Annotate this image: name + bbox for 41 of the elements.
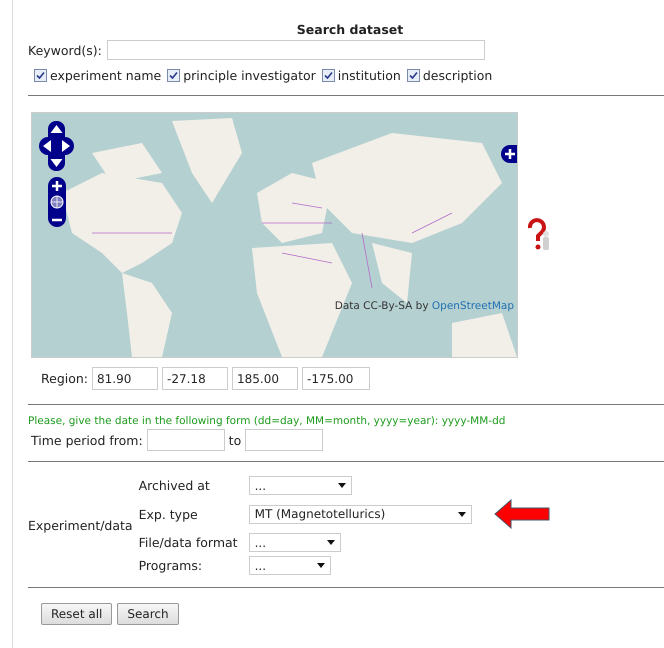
dropdown[interactable]: ...	[248, 533, 341, 552]
caret-icon	[326, 540, 335, 545]
search-button[interactable]: Search	[117, 603, 179, 625]
checkbox-label: description	[422, 68, 492, 83]
caret-icon	[338, 483, 346, 488]
date-from-input[interactable]	[146, 429, 225, 451]
coordinate-input[interactable]: 81.90	[92, 367, 158, 390]
checkbox[interactable]	[34, 69, 47, 82]
coordinate-input[interactable]: -175.00	[302, 367, 370, 390]
checkbox-label: experiment name	[50, 68, 162, 83]
pan-control-icon[interactable]	[39, 121, 74, 171]
filter-label: File/data format	[138, 535, 239, 550]
caret-icon	[316, 563, 325, 568]
coordinate-input[interactable]: 185.00	[232, 367, 298, 390]
date-format-hint: Please, give the date in the following form (dd=day, MM=month, yyyy=year): yyyy-MM-dd	[28, 415, 506, 427]
checkbox[interactable]	[406, 69, 420, 82]
field-label: Keyword(s):	[28, 42, 102, 58]
checkbox-label: principle investigator	[183, 68, 316, 83]
dropdown[interactable]: ...	[248, 476, 352, 495]
checkbox[interactable]	[322, 69, 335, 82]
pointer-arrow-icon	[494, 499, 550, 529]
coordinate-input[interactable]: -27.18	[162, 367, 228, 390]
filter-label: Exp. type	[138, 506, 199, 522]
field-label: Time period from:	[31, 432, 143, 448]
form-title: Search dataset	[296, 22, 404, 37]
zoom-control-icon[interactable]	[48, 177, 66, 227]
date-to-input[interactable]	[245, 429, 324, 451]
field-label: Region:	[41, 371, 88, 386]
reset-button[interactable]: Reset all	[41, 603, 112, 625]
filter-label: Programs:	[138, 558, 204, 573]
dropdown[interactable]: MT (Magnetotellurics)	[248, 504, 472, 524]
checkbox-label: institution	[338, 68, 401, 83]
map-attribution: Data CC-By-SA by OpenStreetMap	[334, 300, 514, 312]
field-label: to	[228, 432, 242, 448]
layer-switcher-icon[interactable]	[501, 145, 517, 163]
section-label: Experiment/data	[28, 518, 133, 533]
keyword-input[interactable]	[106, 40, 485, 60]
dropdown[interactable]: ...	[248, 556, 331, 575]
filter-label: Archived at	[138, 478, 211, 493]
checkbox[interactable]	[167, 69, 180, 82]
caret-icon	[458, 512, 466, 516]
